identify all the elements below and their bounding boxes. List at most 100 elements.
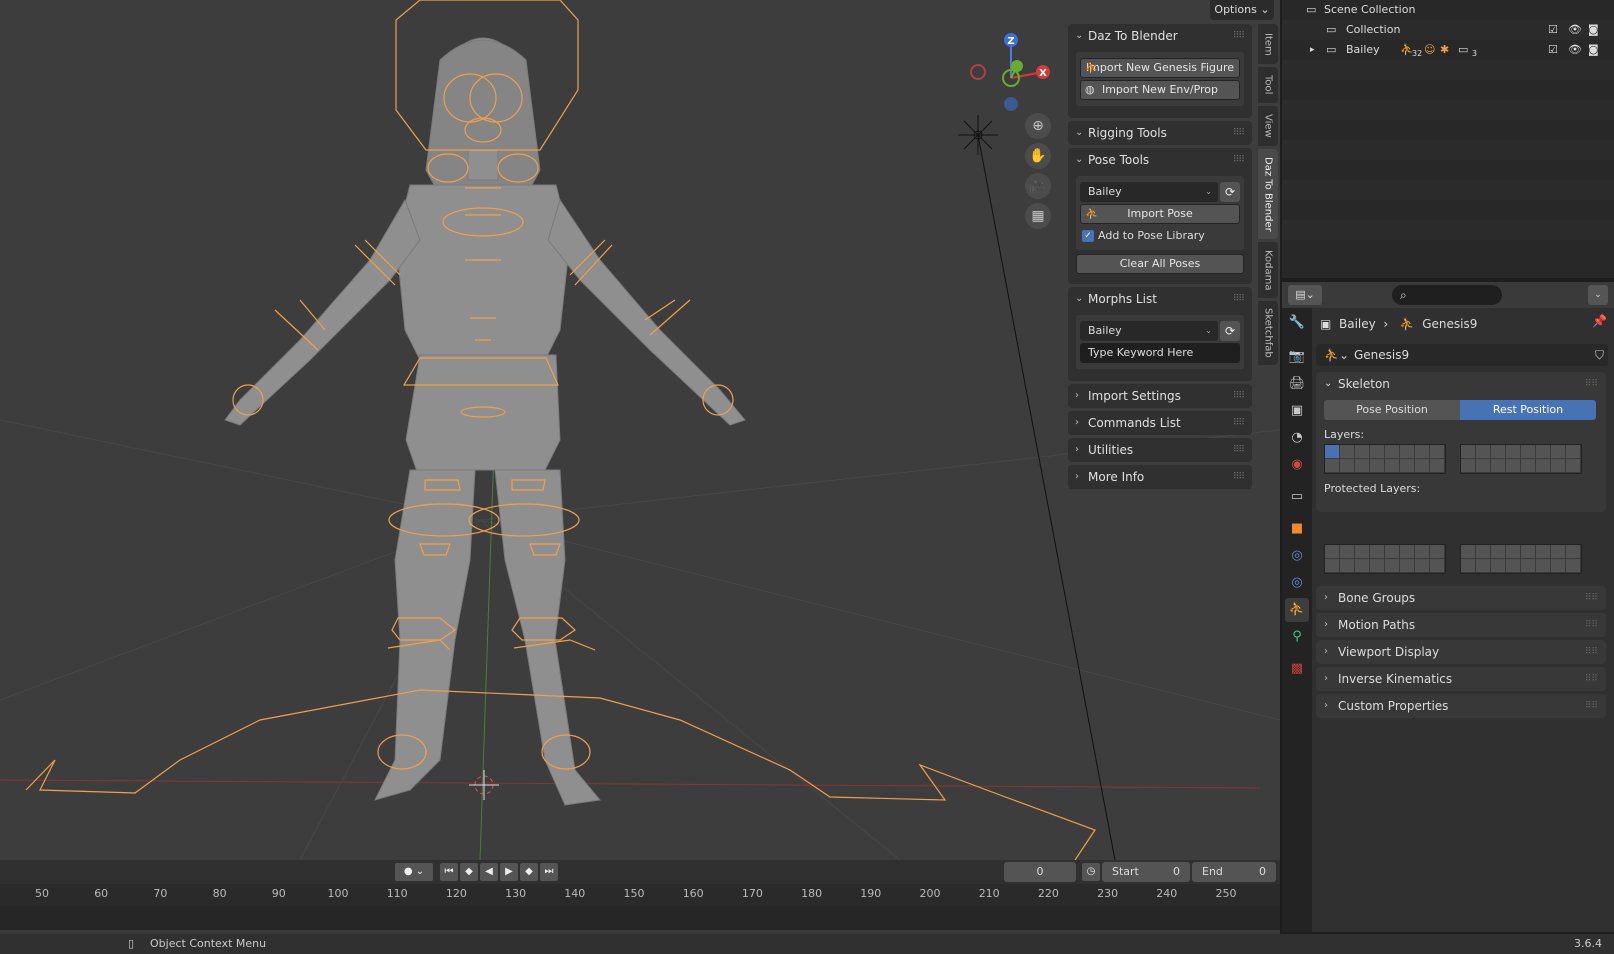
physics-icon[interactable]: ◎ [1285,571,1309,595]
scene-icon[interactable]: ◔ [1285,426,1309,450]
render-camera-icon[interactable]: ◙ [1588,40,1599,60]
outliner[interactable]: ▭ Scene Collection ▭ Collection ☑ 👁 ◙ ▸ … [1282,0,1614,278]
context-menu-hint: Object Context Menu [150,937,267,950]
tab-view[interactable]: View [1258,106,1278,146]
render-camera-icon[interactable]: ◙ [1588,20,1599,40]
viewport-display-panel[interactable]: › Viewport Display ⠿⠿ [1316,640,1606,664]
protected-layers-label: Protected Layers: [1324,482,1421,495]
tab-sketchfab[interactable]: Sketchfab [1258,301,1278,365]
world-icon[interactable]: ◉ [1285,453,1309,477]
outliner-collection[interactable]: ▭ Collection ☑ 👁 ◙ [1282,20,1614,40]
pin-icon[interactable]: 📌 [1592,314,1607,328]
eye-icon[interactable]: 👁 [1568,20,1582,40]
inverse-kinematics-panel[interactable]: › Inverse Kinematics ⠿⠿ [1316,667,1606,691]
skeleton-header[interactable]: ⌄ Skeleton ⠿⠿ [1316,372,1606,396]
3d-cursor [469,770,499,800]
panel-commands-list[interactable]: › Commands List ⠿⠿ [1068,411,1252,435]
face-icon: ☺ [1424,43,1436,56]
object-icon[interactable]: ■ [1285,517,1309,541]
next-keyframe-icon[interactable]: ◆ [520,863,538,881]
tab-item[interactable]: Item [1258,24,1278,64]
view-layer-icon[interactable]: ▣ [1285,399,1309,423]
panel-header-morphs-list[interactable]: ⌄ Morphs List ⠿⠿ [1068,287,1252,311]
3d-viewport[interactable]: Z X Options ⌄ ⊕ ✋ 🎥 ▦ ⌄ Daz To Blender ⠿⠿ … [0,0,1280,860]
morph-figure-select[interactable]: Bailey ⌄ [1080,321,1218,341]
grid-ortho-icon[interactable]: ▦ [1025,203,1051,229]
pose-figure-select[interactable]: Bailey ⌄ [1080,182,1218,202]
start-frame-field[interactable]: Start 0 [1102,862,1190,882]
panel-header-rigging-tools[interactable]: ⌄ Rigging Tools ⠿⠿ [1068,121,1252,145]
armature-data-selector[interactable]: ⛹⌄ Genesis9 ⛉ [1316,344,1608,366]
eye-icon[interactable]: 👁 [1568,40,1582,60]
panel-utilities[interactable]: › Utilities ⠿⠿ [1068,438,1252,462]
record-button[interactable]: ● ⌄ [395,863,433,881]
timeline-keyframes-area[interactable] [0,906,1280,930]
search-input[interactable]: ⌕ [1392,285,1502,305]
import-pose-button[interactable]: ⛹ Import Pose [1080,204,1240,224]
options-dropdown[interactable]: Options ⌄ [1210,0,1274,20]
jump-end-icon[interactable]: ⏭ [540,863,558,881]
outliner-scene-collection[interactable]: ▭ Scene Collection [1282,0,1614,20]
add-to-pose-library-checkbox[interactable]: ✓ Add to Pose Library [1080,226,1240,246]
tool-icon[interactable]: 🔧 [1285,311,1309,335]
properties-header: ▤⌄ ⌕ ⌄ [1282,282,1614,308]
collection-icon[interactable]: ▭ [1285,485,1309,509]
jump-start-icon[interactable]: ⏮ [440,863,458,881]
panel-more-info[interactable]: › More Info ⠿⠿ [1068,465,1252,489]
checkbox-icon[interactable]: ☑ [1548,40,1558,60]
svg-text:Z: Z [1007,36,1014,47]
bone-icon[interactable]: ⚲ [1285,625,1309,649]
texture-icon[interactable]: ▩ [1285,657,1309,681]
svg-text:X: X [1039,68,1047,79]
pose-position-button[interactable]: Pose Position [1324,400,1460,420]
refresh-icon[interactable]: ⟳ [1220,321,1240,341]
clear-all-poses-button[interactable]: Clear All Poses [1076,254,1244,274]
outliner-bailey[interactable]: ▸ ▭ Bailey ⛹ 32 ☺ ✱ ▭ 3 ☑ 👁 ◙ [1282,40,1614,60]
frame-tick-label: 80 [212,887,227,900]
tab-tool[interactable]: Tool [1258,67,1278,103]
editor-type-icon[interactable]: ▤⌄ [1288,285,1322,305]
layers-grid-a[interactable] [1324,444,1446,474]
armature-data-icon[interactable]: ⛹ [1285,598,1309,622]
tab-daz-to-blender[interactable]: Daz To Blender [1258,149,1278,239]
play-icon[interactable]: ▶ [500,863,518,881]
rest-position-button[interactable]: Rest Position [1460,400,1596,420]
stopwatch-icon[interactable]: ◷ [1082,863,1100,881]
options-chevron-icon[interactable]: ⌄ [1588,285,1608,305]
checkbox-icon[interactable]: ☑ [1548,20,1558,40]
panel-import-settings[interactable]: › Import Settings ⠿⠿ [1068,384,1252,408]
panel-header-daz-to-blender[interactable]: ⌄ Daz To Blender ⠿⠿ [1068,24,1252,48]
modifier-icon[interactable]: ◎ [1285,544,1309,568]
current-frame-field[interactable]: 0 [1004,862,1076,882]
bone-groups-panel[interactable]: › Bone Groups ⠿⠿ [1316,586,1606,610]
panel-header-pose-tools[interactable]: ⌄ Pose Tools ⠿⠿ [1068,148,1252,172]
zoom-icon[interactable]: ⊕ [1025,113,1051,139]
output-icon[interactable]: 🖨 [1285,372,1309,396]
properties-editor: ▤⌄ ⌕ ⌄ 🔧 📷 🖨 ▣ ◔ ◉ ▭ ■ ◎ ◎ ⛹ ⚲ ▩ ▣ Baile… [1282,282,1614,932]
play-reverse-icon[interactable]: ◀ [480,863,498,881]
frame-tick-label: 60 [94,887,109,900]
end-frame-field[interactable]: End 0 [1192,862,1276,882]
protected-layers-grid-b[interactable] [1460,544,1582,574]
pose-icon: ⛹ [1085,207,1099,220]
protected-layers-grid-a[interactable] [1324,544,1446,574]
tab-kodama[interactable]: Kodama [1258,242,1278,298]
morph-keyword-input[interactable]: Type Keyword Here [1080,343,1240,363]
motion-paths-panel[interactable]: › Motion Paths ⠿⠿ [1316,613,1606,637]
custom-properties-panel[interactable]: › Custom Properties ⠿⠿ [1316,694,1606,718]
refresh-icon[interactable]: ⟳ [1220,182,1240,202]
frame-tick-label: 130 [505,887,527,900]
camera-icon[interactable]: 🎥 [1025,173,1051,199]
frame-ruler[interactable]: 50 60 70 80 90 100 110 120 130 140 150 160 170 180 190… [0,884,1280,906]
layers-grid-b[interactable] [1460,444,1582,474]
armature-icon: ⛹⌄ [1324,348,1349,362]
expand-arrow-icon[interactable]: ▸ [1310,40,1315,60]
prev-keyframe-icon[interactable]: ◆ [460,863,478,881]
sidebar-tabs: Item Tool View Daz To Blender Kodama Ske… [1258,24,1278,368]
import-env-prop-button[interactable]: ◍ Import New Env/Prop [1080,80,1240,100]
fake-user-shield-icon[interactable]: ⛉ [1595,344,1604,366]
import-genesis-button[interactable]: ⛹ Import New Genesis Figure [1080,58,1240,78]
frame-tick-label: 210 [978,887,1000,900]
pan-hand-icon[interactable]: ✋ [1025,143,1051,169]
render-icon[interactable]: 📷 [1285,345,1309,369]
